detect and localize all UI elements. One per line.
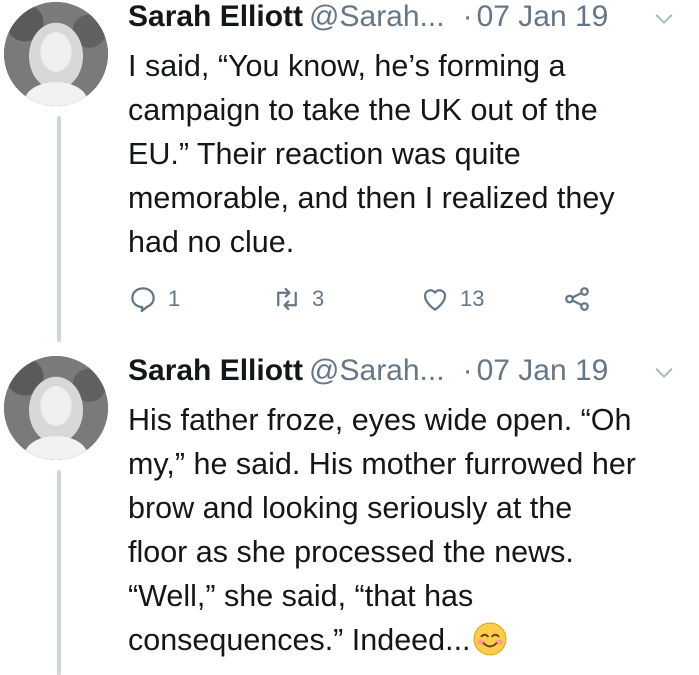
avatar[interactable] [4,356,108,460]
timestamp[interactable]: 07 Jan 19 [477,0,609,33]
tweet-header: Sarah Elliott @Sarah... · 07 Jan 19 [128,0,689,40]
author-name[interactable]: Sarah Elliott [128,0,303,33]
separator: · [462,354,473,387]
like-count: 13 [460,286,485,311]
text-line: “Well,” she said, “that has [128,579,474,613]
text-line: my,” he said. His mother furrowed her [128,447,636,481]
text-line: memorable, and then I realized they [128,181,615,215]
text-line: EU.” Their reaction was quite [128,137,521,171]
author-name[interactable]: Sarah Elliott [128,354,303,387]
retweet-icon [277,287,297,311]
tweet[interactable]: Sarah Elliott @Sarah... · 07 Jan 19 I said,… [0,0,699,342]
retweet-count: 3 [312,286,325,311]
author-handle[interactable]: @Sarah... [309,354,445,387]
tweet[interactable]: Sarah Elliott @Sarah... · 07 Jan 19 His fat… [0,354,699,675]
reply-count: 1 [168,286,181,311]
text-line-with-emoji: consequences.” Indeed... [128,618,688,662]
heart-icon [423,289,447,311]
chevron-down-icon[interactable] [653,362,675,384]
tweet-actions: 1 3 13 [128,281,628,317]
share-button[interactable] [562,281,592,317]
timestamp[interactable]: 07 Jan 19 [477,354,609,387]
text-line: His father froze, eyes wide open. “Oh [128,403,632,437]
tweet-text: His father froze, eyes wide open. “Oh my… [128,398,688,662]
reply-icon [131,287,155,313]
text-line: brow and looking seriously at the [128,491,573,525]
reply-button[interactable]: 1 [128,281,180,317]
text-line: had no clue. [128,225,295,259]
like-button[interactable]: 13 [420,281,484,317]
text-line: I said, “You know, he’s forming a [128,49,566,83]
tweet-text: I said, “You know, he’s forming a campai… [128,44,688,264]
smiling-face-emoji [473,622,506,656]
author-handle[interactable]: @Sarah... [309,0,445,33]
tweet-header: Sarah Elliott @Sarah... · 07 Jan 19 [128,354,689,394]
retweet-button[interactable]: 3 [272,281,324,317]
text-line: consequences.” Indeed... [128,623,471,657]
avatar[interactable] [4,2,108,106]
separator: · [462,0,473,33]
chevron-down-icon[interactable] [653,8,675,30]
text-line: campaign to take the UK out of the [128,93,598,127]
text-line: floor as she processed the news. [128,535,574,569]
share-icon [565,287,589,311]
